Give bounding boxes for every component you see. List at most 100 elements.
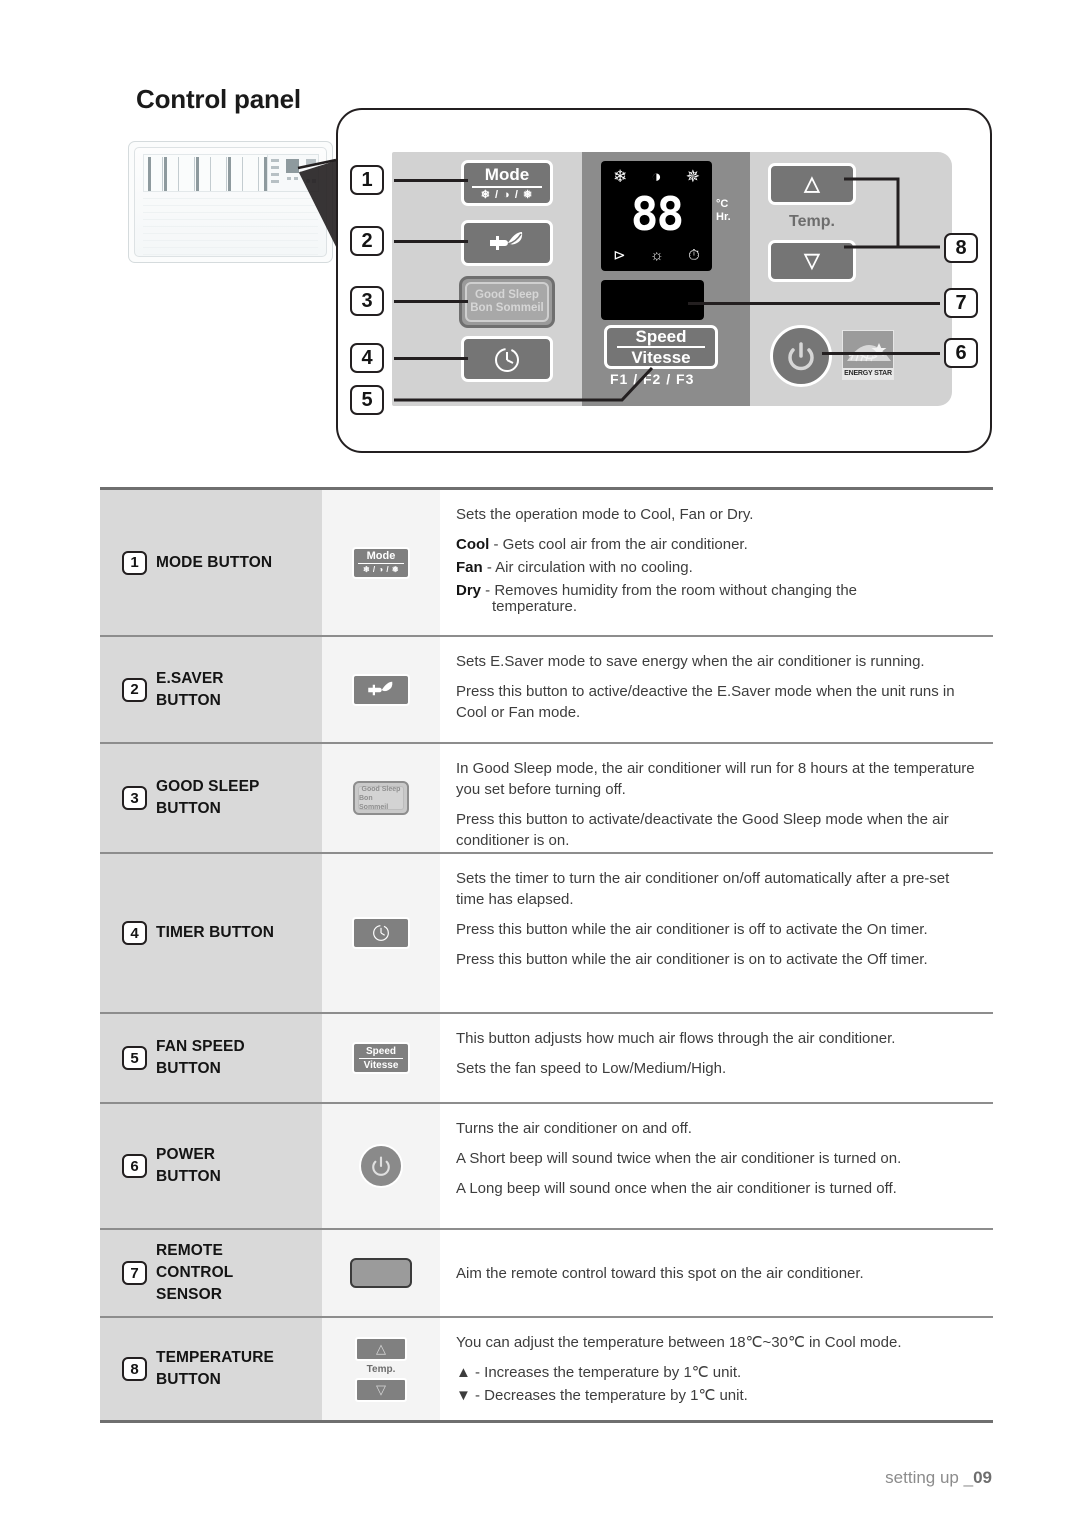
row-name-cell: 5 FAN SPEED BUTTON <box>100 1014 322 1102</box>
thumb-line1: Speed <box>365 1045 396 1057</box>
row-name-cell: 3 GOOD SLEEP BUTTON <box>100 744 322 852</box>
mode-button-thumb: Mode ❄ / ◑ / ❅ <box>352 546 410 579</box>
callout-line-2 <box>394 240 468 243</box>
table-row: 1 MODE BUTTON Mode ❄ / ◑ / ❅ Sets the op… <box>100 490 993 635</box>
callout-line-4 <box>394 357 468 360</box>
table-row: 5 FAN SPEED BUTTON Speed Vitesse This bu… <box>100 1014 993 1102</box>
desc-line: Sets the fan speed to Low/Medium/High. <box>456 1060 727 1077</box>
ac-grille <box>143 154 271 192</box>
page-title: Control panel <box>136 84 301 114</box>
row-number-badge: 1 <box>122 550 147 575</box>
unit-hours: Hr. <box>716 211 731 223</box>
table-row: 6 POWER BUTTON Turns the air conditioner… <box>100 1104 993 1228</box>
row-number-badge: 6 <box>122 1154 147 1178</box>
thumb-line1: Good Sleep <box>361 785 401 793</box>
callout-badge-2: 2 <box>350 226 384 256</box>
callout-badge-7: 7 <box>944 288 978 318</box>
display-top-icons: ❄ ◑ ✵ <box>601 168 712 185</box>
row-thumb-cell: Good Sleep Bon Sommeil <box>322 744 440 852</box>
row-description-cell: This button adjusts how much air flows t… <box>440 1014 993 1102</box>
row-description-cell: You can adjust the temperature between 1… <box>440 1318 993 1420</box>
desc-line: ▲ - Increases the temperature by 1℃ unit… <box>456 1364 742 1381</box>
display-digits: 88 <box>630 187 684 241</box>
power-button[interactable] <box>770 325 832 387</box>
desc-line: You can adjust the temperature between 1… <box>456 1334 902 1351</box>
air-conditioner-illustration <box>128 141 333 263</box>
fan-level-labels: F1 / F2 / F3 <box>610 371 695 387</box>
plug-leaf-icon <box>368 681 393 695</box>
thumb-temp-label: Temp. <box>366 1363 396 1375</box>
callout-line-1 <box>394 179 468 182</box>
table-row: 4 TIMER BUTTON Sets the timer to turn th… <box>100 854 993 1012</box>
energy-star-logo: ENERGY STAR <box>842 330 894 380</box>
mode-button-label: Mode <box>484 164 530 184</box>
energy-star-text: ENERGY STAR <box>843 368 893 379</box>
row-number-badge: 4 <box>122 921 147 945</box>
callout-badge-5: 5 <box>350 385 384 415</box>
remote-sensor-thumb <box>350 1258 412 1288</box>
temp-up-button[interactable]: △ <box>768 163 856 205</box>
desc-rest: - Gets cool air from the air conditioner… <box>489 536 748 553</box>
triangle-down-icon: ▽ <box>804 250 820 272</box>
desc-line: Press this button to activate/deactivate… <box>456 811 949 849</box>
desc-line: ▼ - Decreases the temperature by 1℃ unit… <box>456 1387 748 1404</box>
desc-bold: Dry <box>456 582 482 599</box>
esaver-button[interactable] <box>461 220 553 266</box>
table-bottom-border <box>100 1420 993 1423</box>
fan-icon: ✵ <box>685 167 700 186</box>
desc-line: Press this button to active/deactive the… <box>456 683 955 721</box>
desc-line: Turns the air conditioner on and off. <box>456 1120 692 1137</box>
timer-button-thumb <box>352 917 410 949</box>
good-sleep-button[interactable]: Good Sleep Bon Sommeil <box>459 276 555 328</box>
row-thumb-cell <box>322 1230 440 1316</box>
desc-line: A Short beep will sound twice when the a… <box>456 1150 902 1167</box>
row-description-cell: In Good Sleep mode, the air conditioner … <box>440 744 993 852</box>
callout-badge-4: 4 <box>350 343 384 373</box>
timer-button[interactable] <box>461 336 553 382</box>
callout-line-3 <box>394 300 468 303</box>
row-name-cell: 8 TEMPERATURE BUTTON <box>100 1318 322 1420</box>
remote-control-sensor <box>601 280 704 320</box>
desc-line: Press this button while the air conditio… <box>456 921 928 938</box>
mode-button[interactable]: Mode ❄ / ◑ / ❅ <box>461 160 553 206</box>
row-name-label: REMOTE CONTROL SENSOR <box>156 1242 234 1303</box>
row-description-cell: Sets the timer to turn the air condition… <box>440 854 993 1012</box>
callout-line-7 <box>688 302 940 305</box>
desc-rest: - Air circulation with no cooling. <box>482 559 693 576</box>
row-thumb-cell <box>322 1104 440 1228</box>
manual-page: Control panel Mode ❄ / ◑ / ❅ Good Sleep … <box>0 0 1080 1530</box>
desc-line: Fan - Air circulation with no cooling. <box>456 557 977 578</box>
desc-bold: Fan <box>456 559 483 576</box>
row-number-badge: 5 <box>122 1046 147 1070</box>
button-description-table: 1 MODE BUTTON Mode ❄ / ◑ / ❅ Sets the op… <box>100 487 993 1423</box>
footer-label: setting up _ <box>885 1468 974 1487</box>
power-icon <box>788 342 814 371</box>
row-name-cell: 6 POWER BUTTON <box>100 1104 322 1228</box>
row-number-badge: 2 <box>122 677 147 702</box>
temp-down-button[interactable]: ▽ <box>768 240 856 282</box>
triangle-down-icon: ▽ <box>355 1377 407 1402</box>
speed-label-en: Speed <box>635 327 687 346</box>
triangle-up-icon: △ <box>355 1336 407 1361</box>
fan-speed-button-thumb: Speed Vitesse <box>352 1042 410 1074</box>
page-footer: setting up _09 <box>885 1468 992 1488</box>
desc-line: Sets E.Saver mode to save energy when th… <box>456 653 925 670</box>
snowflake-icon: ❄ <box>613 167 628 186</box>
good-sleep-button-thumb: Good Sleep Bon Sommeil <box>353 781 409 815</box>
callout-line-6 <box>822 352 940 355</box>
desc-line: In Good Sleep mode, the air conditioner … <box>456 760 975 798</box>
row-name-label: E.SAVER BUTTON <box>156 669 224 709</box>
fan-speed-button[interactable]: Speed Vitesse <box>604 325 718 369</box>
row-number-badge: 3 <box>122 786 147 810</box>
row-number-badge: 7 <box>122 1261 147 1285</box>
row-thumb-cell: Speed Vitesse <box>322 1014 440 1102</box>
row-name-label: TEMPERATURE BUTTON <box>156 1349 274 1388</box>
table-row: 3 GOOD SLEEP BUTTON Good Sleep Bon Somme… <box>100 744 993 852</box>
temp-label: Temp. <box>789 213 835 230</box>
display-units: °C Hr. <box>716 198 731 224</box>
divider <box>359 1057 403 1059</box>
desc-line: This button adjusts how much air flows t… <box>456 1030 896 1047</box>
desc-line: Press this button while the air conditio… <box>456 951 928 968</box>
power-icon <box>372 1156 390 1176</box>
triangle-up-icon: △ <box>804 173 820 195</box>
